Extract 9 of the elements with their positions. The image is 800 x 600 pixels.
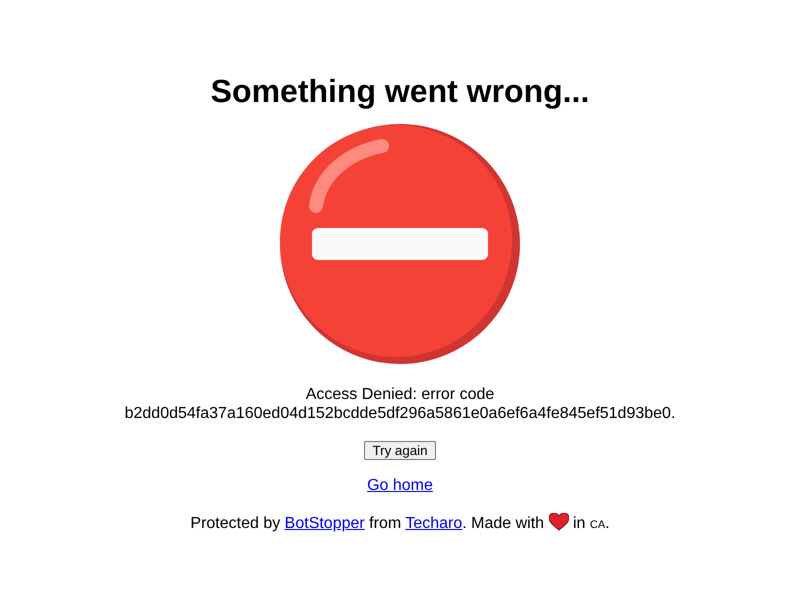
footer-text: Protected by BotStopper from Techaro. Made with in CA. <box>189 512 611 534</box>
error-message: Access Denied: error code b2dd0d54fa37a160ed04d152bcdde5df296a5861e0a6ef6a4fe845ef51d93be0. <box>124 386 676 424</box>
go-home-link[interactable]: Go home <box>367 476 433 495</box>
heart-icon <box>548 512 569 531</box>
footer-link[interactable]: Techaro <box>405 514 462 532</box>
footer-link[interactable]: BotStopper <box>284 514 365 532</box>
page-title: Something went wrong... <box>210 72 590 110</box>
no-entry-icon <box>280 124 520 364</box>
try-again-button[interactable]: Try again <box>364 441 436 460</box>
